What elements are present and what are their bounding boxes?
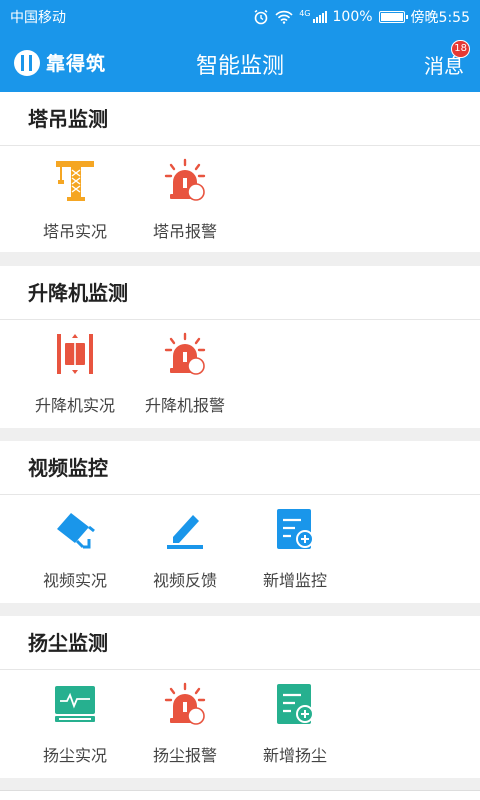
clock-time: 傍晚5:55 [410, 10, 470, 26]
section-title: 塔吊监测 [0, 92, 480, 146]
item-label: 视频反馈 [152, 571, 217, 590]
section-title: 扬尘监测 [0, 616, 480, 670]
item-label: 升降机报警 [144, 396, 225, 415]
status-bar: 中国移动 4G 100% 傍晚5:55 [0, 0, 480, 34]
bottom-strip [0, 790, 480, 800]
add-document-icon [277, 684, 314, 724]
item-label: 扬尘实况 [42, 746, 107, 765]
item-label: 升降机实况 [34, 396, 115, 415]
alarm-clock-icon [254, 9, 268, 25]
alarm-siren-icon [164, 158, 206, 201]
battery-icon [378, 11, 408, 23]
pencil-icon [167, 515, 203, 549]
carrier-name: 中国移动 [10, 10, 66, 26]
monitor-wave-icon [55, 686, 95, 722]
section-video: 视频监控 视频实况 视频反馈 新增监控 [0, 441, 480, 603]
alarm-siren-icon [164, 332, 206, 375]
page-title: 智能监测 [195, 54, 284, 79]
network-type: 4G [299, 9, 311, 18]
item-label: 视频实况 [42, 571, 107, 590]
wifi-icon [275, 10, 293, 24]
dust-alarm-button[interactable]: 扬尘报警 [130, 682, 240, 766]
battery-percent: 100% [332, 9, 373, 25]
alarm-siren-icon [164, 682, 206, 725]
video-live-button[interactable]: 视频实况 [20, 507, 130, 591]
messages-count-badge: 18 [451, 40, 470, 58]
elevator-alarm-button[interactable]: 升降机报警 [130, 332, 240, 416]
app-header: 靠得筑 智能监测 消息 18 [0, 34, 480, 92]
section-tower-crane: 塔吊监测 塔吊实况 塔吊报警 [0, 92, 480, 252]
item-label: 塔吊实况 [42, 222, 107, 241]
item-label: 新增扬尘 [262, 746, 327, 765]
section-dust: 扬尘监测 扬尘实况 扬尘报警 新增扬尘 [0, 616, 480, 778]
item-label: 塔吊报警 [152, 222, 217, 241]
elevator-icon [57, 334, 93, 374]
add-dust-button[interactable]: 新增扬尘 [240, 682, 350, 766]
item-label: 扬尘报警 [152, 746, 217, 765]
section-elevator: 升降机监测 升降机实况 升降机报警 [0, 266, 480, 428]
tower-crane-alarm-button[interactable]: 塔吊报警 [130, 158, 240, 242]
messages-button[interactable]: 消息 18 [424, 40, 470, 79]
camera-icon [57, 513, 95, 549]
tower-crane-icon [56, 161, 94, 201]
tower-crane-live-button[interactable]: 塔吊实况 [20, 158, 130, 242]
elevator-live-button[interactable]: 升降机实况 [20, 332, 130, 416]
section-title: 视频监控 [0, 441, 480, 495]
section-title: 升降机监测 [0, 266, 480, 320]
add-document-icon [277, 509, 314, 549]
item-label: 新增监控 [262, 571, 327, 590]
signal-icon [312, 11, 327, 23]
video-feedback-button[interactable]: 视频反馈 [130, 507, 240, 591]
dust-live-button[interactable]: 扬尘实况 [20, 682, 130, 766]
add-monitor-button[interactable]: 新增监控 [240, 507, 350, 591]
